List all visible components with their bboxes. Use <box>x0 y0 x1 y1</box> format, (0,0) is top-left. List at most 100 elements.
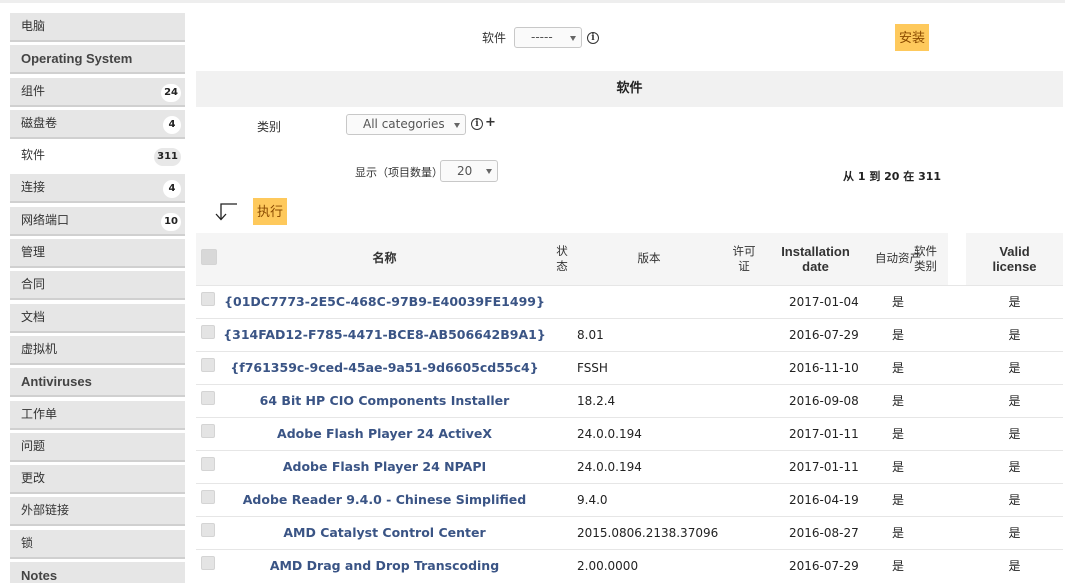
software-select-value: ----- <box>531 30 553 44</box>
sidebar-item[interactable]: 合同 <box>10 271 185 301</box>
license-cell <box>721 482 767 516</box>
chevron-down-icon <box>570 35 576 41</box>
row-checkbox[interactable] <box>201 291 215 306</box>
sidebar-item-label: 工作单 <box>21 406 58 421</box>
install-date-cell: 2016-07-29 <box>767 317 864 351</box>
auto-asset-cell: 是 <box>864 515 932 549</box>
row-checkbox[interactable] <box>201 324 215 339</box>
row-checkbox[interactable] <box>201 489 215 504</box>
software-select[interactable]: ----- <box>514 27 582 48</box>
license-cell <box>721 350 767 384</box>
table-row: {314FAD12-F785-4471-BCE8-AB506642B9A1} 8.… <box>196 317 1063 351</box>
table-header-row: 名称 状态 版本 许可证 Installation date 自动资产 软件类别… <box>196 233 1063 285</box>
license-cell <box>721 449 767 483</box>
col-valid-license[interactable]: Valid license <box>966 233 1063 285</box>
sidebar-item[interactable]: 虚拟机 <box>10 335 185 365</box>
row-checkbox[interactable] <box>201 522 215 537</box>
version-cell: 8.01 <box>577 317 721 351</box>
col-status[interactable]: 状态 <box>547 233 577 285</box>
install-date-cell: 2016-08-27 <box>767 515 864 549</box>
sidebar-item-label: 网络端口 <box>21 212 70 227</box>
section-title: 软件 <box>196 71 1063 107</box>
software-category-cell <box>932 449 966 483</box>
sidebar-item[interactable]: 电脑 <box>10 13 185 42</box>
software-name-link[interactable]: Adobe Flash Player 24 NPAPI <box>283 459 486 474</box>
row-checkbox[interactable] <box>201 423 215 438</box>
row-checkbox[interactable] <box>201 390 215 405</box>
sidebar-item-label: 锁 <box>21 535 34 550</box>
sidebar-item[interactable]: Operating System <box>10 45 185 75</box>
col-software-category[interactable]: 软件类别 <box>914 233 948 285</box>
status-cell <box>547 383 577 417</box>
sidebar-item[interactable]: 磁盘卷 4 <box>10 109 185 139</box>
table-row: Adobe Flash Player 24 NPAPI 24.0.0.194 201… <box>196 449 1063 483</box>
status-cell <box>547 449 577 483</box>
sidebar-item[interactable]: 更改 <box>10 465 185 495</box>
sidebar-item-label: 磁盘卷 <box>21 115 58 130</box>
software-name-link[interactable]: {01DC7773-2E5C-468C-97B9-E40039FE1499} <box>224 294 545 309</box>
software-name-link[interactable]: Adobe Reader 9.4.0 - Chinese Simplified <box>243 492 526 507</box>
software-name-link[interactable]: {f761359c-9ced-45ae-9a51-9d6605cd55c4} <box>230 360 538 375</box>
sidebar-item[interactable]: 外部链接 <box>10 497 185 527</box>
software-category-cell <box>932 350 966 384</box>
status-cell <box>547 482 577 516</box>
valid-license-cell: 是 <box>966 284 1063 318</box>
display-count-label: 显示（项目数量） <box>355 166 443 179</box>
software-table: 名称 状态 版本 许可证 Installation date 自动资产 软件类别… <box>196 233 1063 582</box>
category-select[interactable]: All categories <box>346 114 466 135</box>
auto-asset-cell: 是 <box>864 383 932 417</box>
software-category-cell <box>932 416 966 450</box>
execute-button[interactable]: 执行 <box>253 198 287 225</box>
sidebar-item[interactable]: 管理 <box>10 239 185 269</box>
sidebar-item-label: Operating System <box>21 51 133 67</box>
table-row: AMD Catalyst Control Center 2015.0806.213… <box>196 515 1063 549</box>
sidebar-item[interactable]: 软件 311 <box>10 142 185 172</box>
software-name-link[interactable]: AMD Drag and Drop Transcoding <box>270 558 499 573</box>
valid-license-cell: 是 <box>966 449 1063 483</box>
add-category-icon[interactable]: + <box>485 115 496 130</box>
software-name-link[interactable]: AMD Catalyst Control Center <box>283 525 485 540</box>
top-border <box>0 0 1065 3</box>
license-cell <box>721 416 767 450</box>
sidebar-item[interactable]: 连接 4 <box>10 174 185 204</box>
sidebar-item[interactable]: 问题 <box>10 432 185 462</box>
valid-license-cell: 是 <box>966 350 1063 384</box>
sidebar-item[interactable]: 组件 24 <box>10 77 185 107</box>
row-checkbox[interactable] <box>201 456 215 471</box>
select-all-checkbox[interactable] <box>201 248 217 265</box>
table-row: Adobe Reader 9.4.0 - Chinese Simplified 9… <box>196 482 1063 516</box>
software-name-link[interactable]: Adobe Flash Player 24 ActiveX <box>277 426 492 441</box>
count-badge: 10 <box>161 212 181 231</box>
sidebar-item[interactable]: 文档 <box>10 303 185 333</box>
category-info-icon[interactable]: i <box>471 118 483 130</box>
sidebar-item[interactable]: 工作单 <box>10 400 185 430</box>
valid-license-cell: 是 <box>966 416 1063 450</box>
valid-license-cell: 是 <box>966 482 1063 516</box>
sidebar: 电脑 Operating System 组件 24 磁盘卷 4 软件 311 连接 4 网络端口 10… <box>10 13 185 583</box>
col-version[interactable]: 版本 <box>577 233 721 285</box>
display-count-select[interactable]: 20 <box>440 160 498 182</box>
sidebar-item[interactable]: 网络端口 10 <box>10 206 185 236</box>
sidebar-item[interactable]: Antiviruses <box>10 368 185 398</box>
chevron-down-icon <box>486 169 492 174</box>
status-cell <box>547 284 577 318</box>
status-cell <box>547 548 577 582</box>
software-name-link[interactable]: 64 Bit HP CIO Components Installer <box>260 393 510 408</box>
auto-asset-cell: 是 <box>864 350 932 384</box>
row-checkbox[interactable] <box>201 555 215 570</box>
sidebar-item[interactable]: 锁 <box>10 529 185 559</box>
auto-asset-cell: 是 <box>864 284 932 318</box>
row-checkbox[interactable] <box>201 357 215 372</box>
software-name-link[interactable]: {314FAD12-F785-4471-BCE8-AB506642B9A1} <box>223 327 546 342</box>
chevron-down-icon <box>454 122 460 128</box>
version-cell: 24.0.0.194 <box>577 449 721 483</box>
valid-license-cell: 是 <box>966 317 1063 351</box>
col-name[interactable]: 名称 <box>222 233 547 285</box>
col-license[interactable]: 许可证 <box>721 233 767 285</box>
auto-asset-cell: 是 <box>864 416 932 450</box>
install-button[interactable]: 安装 <box>895 24 929 51</box>
col-install-date[interactable]: Installation date <box>767 233 864 285</box>
sidebar-item-label: 连接 <box>21 180 46 195</box>
info-icon[interactable]: i <box>587 32 599 44</box>
sidebar-item[interactable]: Notes <box>10 562 185 583</box>
